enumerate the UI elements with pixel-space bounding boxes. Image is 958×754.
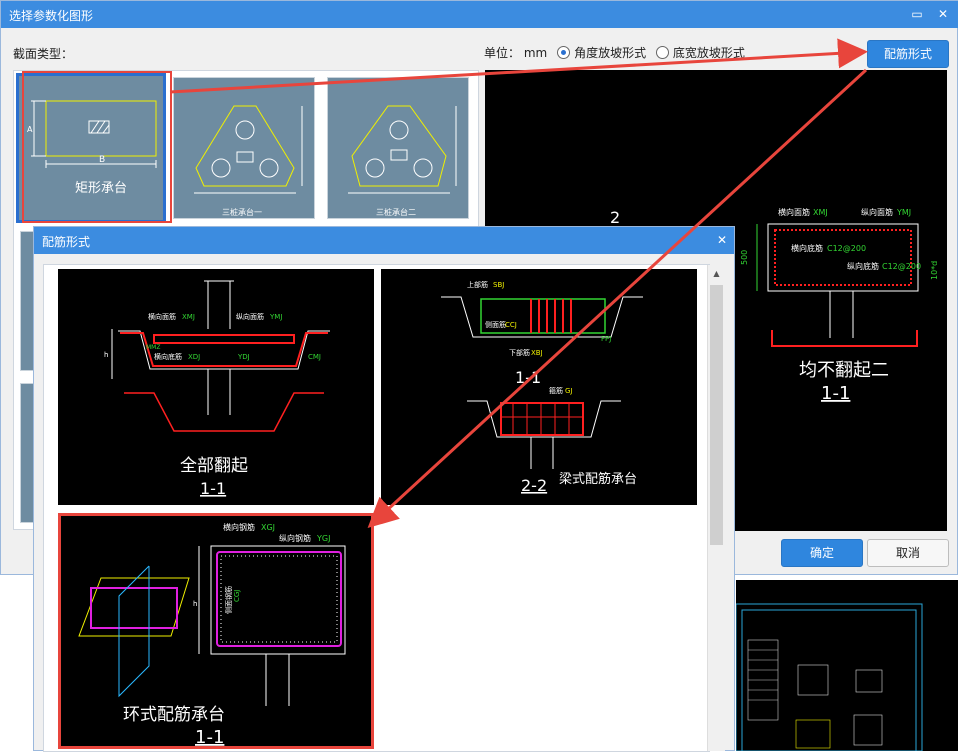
opt1-label-bottom: 横向底筋	[154, 352, 182, 361]
shape-card-three-pile-2[interactable]: 三桩承台二	[327, 77, 469, 219]
opt1-code-mmz: MMZ	[146, 344, 160, 351]
preview-spec-bottom: C12@200	[827, 244, 866, 253]
opt3-code-side: CGJ	[233, 590, 241, 602]
section-type-label: 截面类型：	[13, 47, 74, 61]
unit-label: 单位：	[484, 46, 521, 60]
opt1-code-bottom: XDJ	[188, 353, 200, 361]
opt2-code-bottom: XBJ	[531, 349, 543, 357]
radio-angle-slope[interactable]	[557, 46, 571, 59]
opt3-title: 环式配筋承台	[123, 705, 225, 725]
rebar-option-all-bent[interactable]: 横向面筋 XMJ 纵向面筋 YMJ 横向底筋 XDJ YDJ CMJ MMZ h…	[58, 269, 374, 505]
opt2-code-top: SBJ	[493, 281, 504, 289]
vertical-scrollbar[interactable]: ▲	[707, 265, 725, 751]
unit-value: mm	[523, 46, 548, 60]
opt1-label-xmj: 横向面筋	[148, 312, 176, 321]
radio-width-slope[interactable]	[655, 46, 669, 59]
preview-code-ymj: YMJ	[896, 208, 911, 217]
three-pile-2-name: 三桩承台二	[376, 207, 416, 217]
preview-section: 1-1	[821, 383, 850, 404]
opt1-code-cmj: CMJ	[308, 353, 321, 361]
opt2-label-top: 上部筋	[467, 280, 488, 289]
opt2-section-a: 1-1	[515, 368, 541, 387]
rebar-option-list: 横向面筋 XMJ 纵向面筋 YMJ 横向底筋 XDJ YDJ CMJ MMZ h…	[43, 264, 710, 752]
opt2-label-side: 侧面筋	[485, 320, 506, 329]
rebar-option-ring[interactable]: 横向钢筋 XGJ 纵向钢筋 YGJ 侧面钢筋 CGJ h 环式配筋承台 1-1	[58, 513, 374, 749]
preview-number: 2	[610, 208, 620, 227]
preview-label-bottom-long: 纵向底筋	[847, 261, 879, 271]
opt1-code-ydj: YDJ	[237, 353, 250, 361]
preview-dim-right: 10*d	[930, 261, 939, 280]
opt3-code-xgj: XGJ	[261, 523, 275, 532]
opt2-label-stirrup: 箍筋	[549, 386, 563, 395]
opt3-label-xgj: 横向钢筋	[223, 522, 255, 532]
minimize-icon[interactable]: ▭	[909, 6, 925, 22]
cancel-button[interactable]: 取消	[867, 539, 949, 567]
preview-label-ymj: 纵向面筋	[861, 207, 893, 217]
opt2-label-bottom: 下部筋	[509, 348, 530, 357]
opt3-label-ygj: 纵向钢筋	[279, 533, 311, 543]
opt2-code-side: CCJ	[505, 321, 517, 329]
opt3-label-side: 侧面钢筋	[224, 586, 233, 614]
opt2-code-fpj: FPJ	[601, 335, 611, 343]
selection-highlight	[22, 71, 172, 223]
opt2-code-stirrup: GJ	[565, 387, 573, 395]
opt3-dim-h: h	[193, 600, 197, 608]
three-pile-1-name: 三桩承台一	[222, 207, 262, 217]
opt1-dim-h: h	[104, 351, 108, 359]
shape-card-three-pile-1[interactable]: 三桩承台一	[173, 77, 315, 219]
preview-code-xmj: XMJ	[813, 208, 828, 217]
background-cad-drawing	[735, 580, 958, 752]
ok-button[interactable]: 确定	[781, 539, 863, 567]
rebar-form-button[interactable]: 配筋形式	[867, 40, 949, 68]
close-icon[interactable]: ✕	[714, 232, 730, 248]
opt3-section: 1-1	[195, 727, 224, 746]
preview-label-bottom: 横向底筋	[791, 243, 823, 253]
preview-dim-left: 500	[740, 250, 749, 265]
opt2-section-b: 2-2	[521, 476, 547, 495]
preview-spec-bottom-long: C12@200	[882, 262, 921, 271]
radio-angle-slope-label: 角度放坡形式	[574, 46, 647, 60]
rebar-form-dialog: 配筋形式 ✕ 横向面筋 XMJ 纵向面筋 YMJ 横向底筋 XDJ YDJ CM…	[33, 226, 735, 752]
scrollbar-thumb[interactable]	[710, 285, 723, 545]
opt3-code-ygj: YGJ	[316, 534, 330, 543]
close-icon[interactable]: ✕	[935, 6, 951, 22]
shape-card-rect[interactable]: A B 矩形承台	[16, 71, 172, 223]
main-titlebar[interactable]: 选择参数化图形 ▭ ✕	[1, 1, 958, 28]
opt1-title: 全部翻起	[180, 456, 248, 476]
opt1-code-ymj: YMJ	[269, 313, 282, 321]
preview-label-xmj: 横向面筋	[778, 207, 810, 217]
opt1-label-ymj: 纵向面筋	[236, 312, 264, 321]
preview-title: 均不翻起二	[799, 360, 889, 381]
three-pile-2-drawing: 三桩承台二	[348, 105, 457, 217]
rebar-dialog-titlebar[interactable]: 配筋形式 ✕	[34, 227, 734, 254]
radio-width-slope-label: 底宽放坡形式	[672, 46, 745, 60]
opt1-section: 1-1	[200, 479, 226, 498]
rebar-option-beam[interactable]: 上部筋 SBJ 侧面筋 CCJ 下部筋 XBJ FPJ 1-1 箍筋 GJ 2-…	[381, 269, 697, 505]
main-dialog-title: 选择参数化图形	[9, 9, 94, 23]
scroll-up-icon[interactable]: ▲	[710, 267, 723, 280]
unit-options: 单位： mm 角度放坡形式 底宽放坡形式	[484, 44, 745, 61]
opt2-title: 梁式配筋承台	[559, 471, 637, 487]
three-pile-1-drawing: 三桩承台一	[194, 105, 303, 217]
opt1-code-xmj: XMJ	[182, 313, 195, 321]
rebar-dialog-title: 配筋形式	[42, 235, 91, 249]
